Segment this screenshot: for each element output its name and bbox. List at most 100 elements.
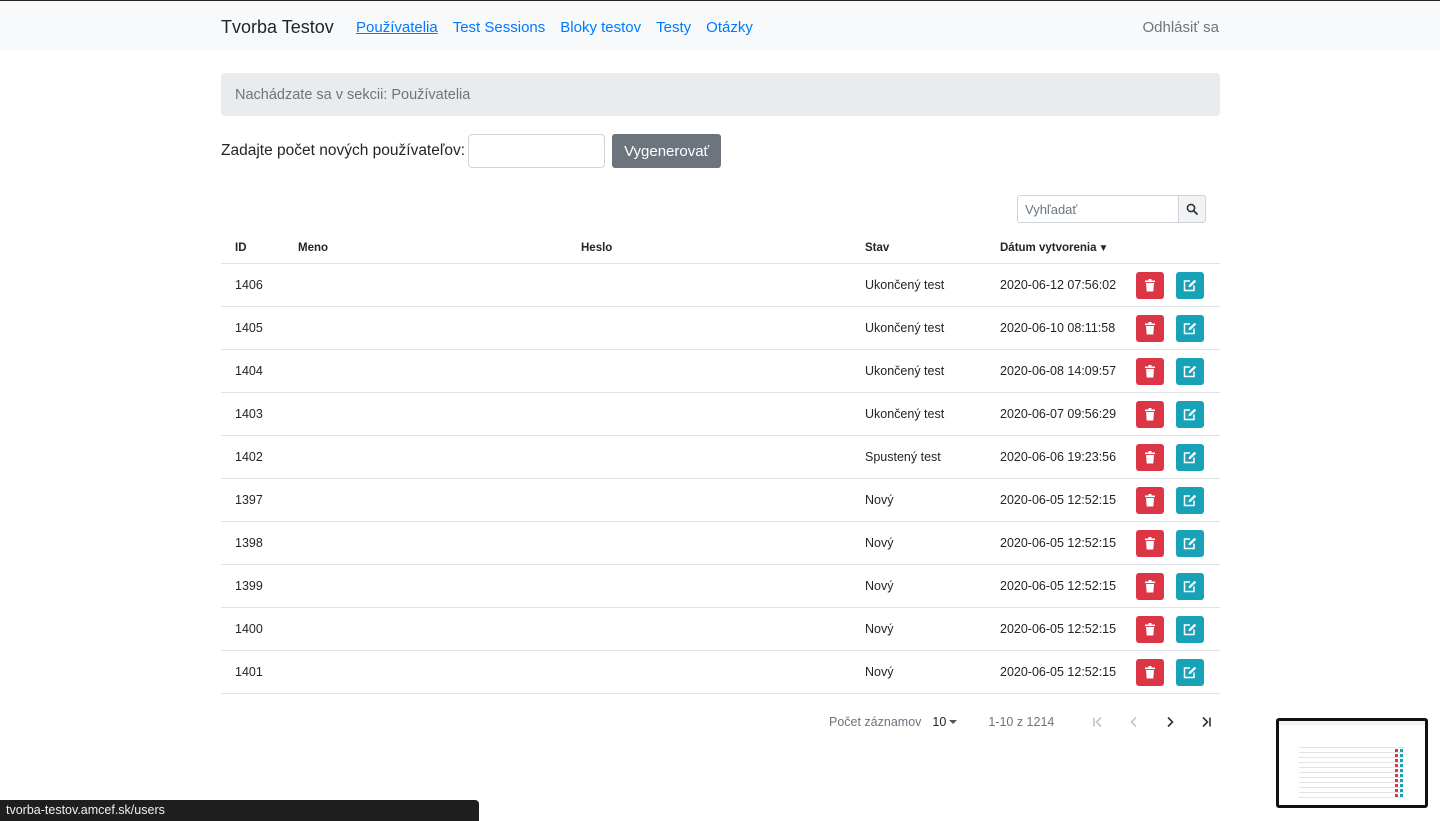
edit-button[interactable] xyxy=(1176,486,1205,514)
cell-stav: Nový xyxy=(851,650,986,694)
first-page-icon xyxy=(1093,716,1102,728)
column-header-datum-label: Dátum vytvorenia xyxy=(1000,241,1097,254)
table-row: 1404 Ukončený test 2020-06-08 14:09:57 xyxy=(221,349,1220,393)
edit-button[interactable] xyxy=(1176,443,1205,471)
search-group xyxy=(1017,195,1206,223)
cell-meno xyxy=(284,392,567,436)
table-row: 1403 Ukončený test 2020-06-07 09:56:29 xyxy=(221,392,1220,436)
cell-actions xyxy=(1129,650,1220,694)
sort-desc-icon: ▼ xyxy=(1098,242,1109,254)
logout-link[interactable]: Odhlásiť sa xyxy=(1143,19,1220,36)
screenshot-thumbnail-preview[interactable] xyxy=(1276,718,1428,808)
cell-actions xyxy=(1129,607,1220,651)
cell-datum: 2020-06-05 12:52:15 xyxy=(986,607,1129,651)
trash-icon xyxy=(1145,321,1155,334)
cell-datum: 2020-06-12 07:56:02 xyxy=(986,263,1129,307)
edit-icon xyxy=(1184,408,1197,420)
cell-id: 1400 xyxy=(221,607,284,651)
search-input[interactable] xyxy=(1017,195,1178,223)
cell-id: 1401 xyxy=(221,650,284,694)
cell-id: 1406 xyxy=(221,263,284,307)
thumbnail-row-line xyxy=(1299,747,1404,748)
delete-button[interactable] xyxy=(1136,400,1164,428)
delete-button[interactable] xyxy=(1136,486,1164,514)
trash-icon xyxy=(1145,407,1155,420)
delete-button[interactable] xyxy=(1136,314,1164,342)
thumbnail-row-line xyxy=(1299,757,1404,758)
cell-heslo xyxy=(567,263,851,307)
user-count-input[interactable] xyxy=(468,134,606,168)
thumbnail-row-line xyxy=(1299,782,1404,783)
nav-link-pouzivatelia[interactable]: Používatelia xyxy=(356,19,438,36)
cell-actions xyxy=(1129,521,1220,565)
column-header-actions xyxy=(1129,232,1220,264)
last-page-button[interactable] xyxy=(1188,711,1224,733)
thumbnail-navbar xyxy=(1279,721,1425,725)
cell-stav: Nový xyxy=(851,607,986,651)
nav-link-otazky[interactable]: Otázky xyxy=(706,19,753,36)
edit-button[interactable] xyxy=(1176,357,1205,385)
cell-actions xyxy=(1129,478,1220,522)
thumbnail-row-line xyxy=(1299,797,1404,798)
search-button[interactable] xyxy=(1178,195,1206,223)
cell-datum: 2020-06-08 14:09:57 xyxy=(986,349,1129,393)
column-header-heslo[interactable]: Heslo xyxy=(567,232,851,264)
generate-button[interactable]: Vygenerovať xyxy=(612,134,722,168)
table-row: 1406 Ukončený test 2020-06-12 07:56:02 xyxy=(221,263,1220,307)
trash-icon xyxy=(1145,536,1155,549)
edit-icon xyxy=(1184,494,1197,506)
table-row: 1399 Nový 2020-06-05 12:52:15 xyxy=(221,564,1220,608)
nav-links: Používatelia Test Sessions Bloky testov … xyxy=(356,19,753,36)
column-header-datum[interactable]: Dátum vytvorenia ▼ xyxy=(986,232,1129,264)
delete-button[interactable] xyxy=(1136,443,1164,471)
trash-icon xyxy=(1145,493,1155,506)
prev-page-button[interactable] xyxy=(1116,711,1152,733)
cell-heslo xyxy=(567,607,851,651)
brand-title[interactable]: Tvorba Testov xyxy=(221,17,334,38)
next-page-button[interactable] xyxy=(1152,711,1188,733)
cell-heslo xyxy=(567,478,851,522)
edit-button[interactable] xyxy=(1176,572,1205,600)
edit-button[interactable] xyxy=(1176,271,1205,299)
cell-meno xyxy=(284,650,567,694)
edit-button[interactable] xyxy=(1176,314,1205,342)
cell-stav: Nový xyxy=(851,478,986,522)
edit-button[interactable] xyxy=(1176,400,1205,428)
column-header-stav[interactable]: Stav xyxy=(851,232,986,264)
caret-down-icon xyxy=(949,720,958,724)
cell-actions xyxy=(1129,392,1220,436)
cell-id: 1397 xyxy=(221,478,284,522)
first-page-button[interactable] xyxy=(1080,711,1116,733)
trash-icon xyxy=(1145,579,1155,592)
pagination: Počet záznamov 10 1-10 z 1214 xyxy=(829,711,1224,733)
cell-id: 1399 xyxy=(221,564,284,608)
chevron-right-icon xyxy=(1167,716,1174,728)
cell-actions xyxy=(1129,263,1220,307)
edit-button[interactable] xyxy=(1176,658,1205,686)
nav-link-testy[interactable]: Testy xyxy=(656,19,691,36)
generator-label: Zadajte počet nových používateľov: xyxy=(221,142,466,159)
last-page-icon xyxy=(1202,716,1212,728)
cell-actions xyxy=(1129,349,1220,393)
rows-per-page-value: 10 xyxy=(932,715,947,729)
edit-icon xyxy=(1184,666,1197,678)
edit-button[interactable] xyxy=(1176,615,1205,643)
cell-stav: Ukončený test xyxy=(851,306,986,350)
nav-link-test-sessions[interactable]: Test Sessions xyxy=(453,19,546,36)
delete-button[interactable] xyxy=(1136,529,1164,557)
rows-per-page-select[interactable]: 10 xyxy=(932,715,960,729)
column-header-id[interactable]: ID xyxy=(221,232,284,264)
nav-link-bloky-testov[interactable]: Bloky testov xyxy=(560,19,641,36)
cell-meno xyxy=(284,263,567,307)
delete-button[interactable] xyxy=(1136,615,1164,643)
cell-heslo xyxy=(567,349,851,393)
delete-button[interactable] xyxy=(1136,572,1164,600)
edit-button[interactable] xyxy=(1176,529,1205,557)
delete-button[interactable] xyxy=(1136,271,1164,299)
delete-button[interactable] xyxy=(1136,357,1164,385)
trash-icon xyxy=(1145,278,1155,291)
column-header-meno[interactable]: Meno xyxy=(284,232,567,264)
cell-actions xyxy=(1129,564,1220,608)
thumbnail-row-line xyxy=(1299,762,1404,763)
delete-button[interactable] xyxy=(1136,658,1164,686)
